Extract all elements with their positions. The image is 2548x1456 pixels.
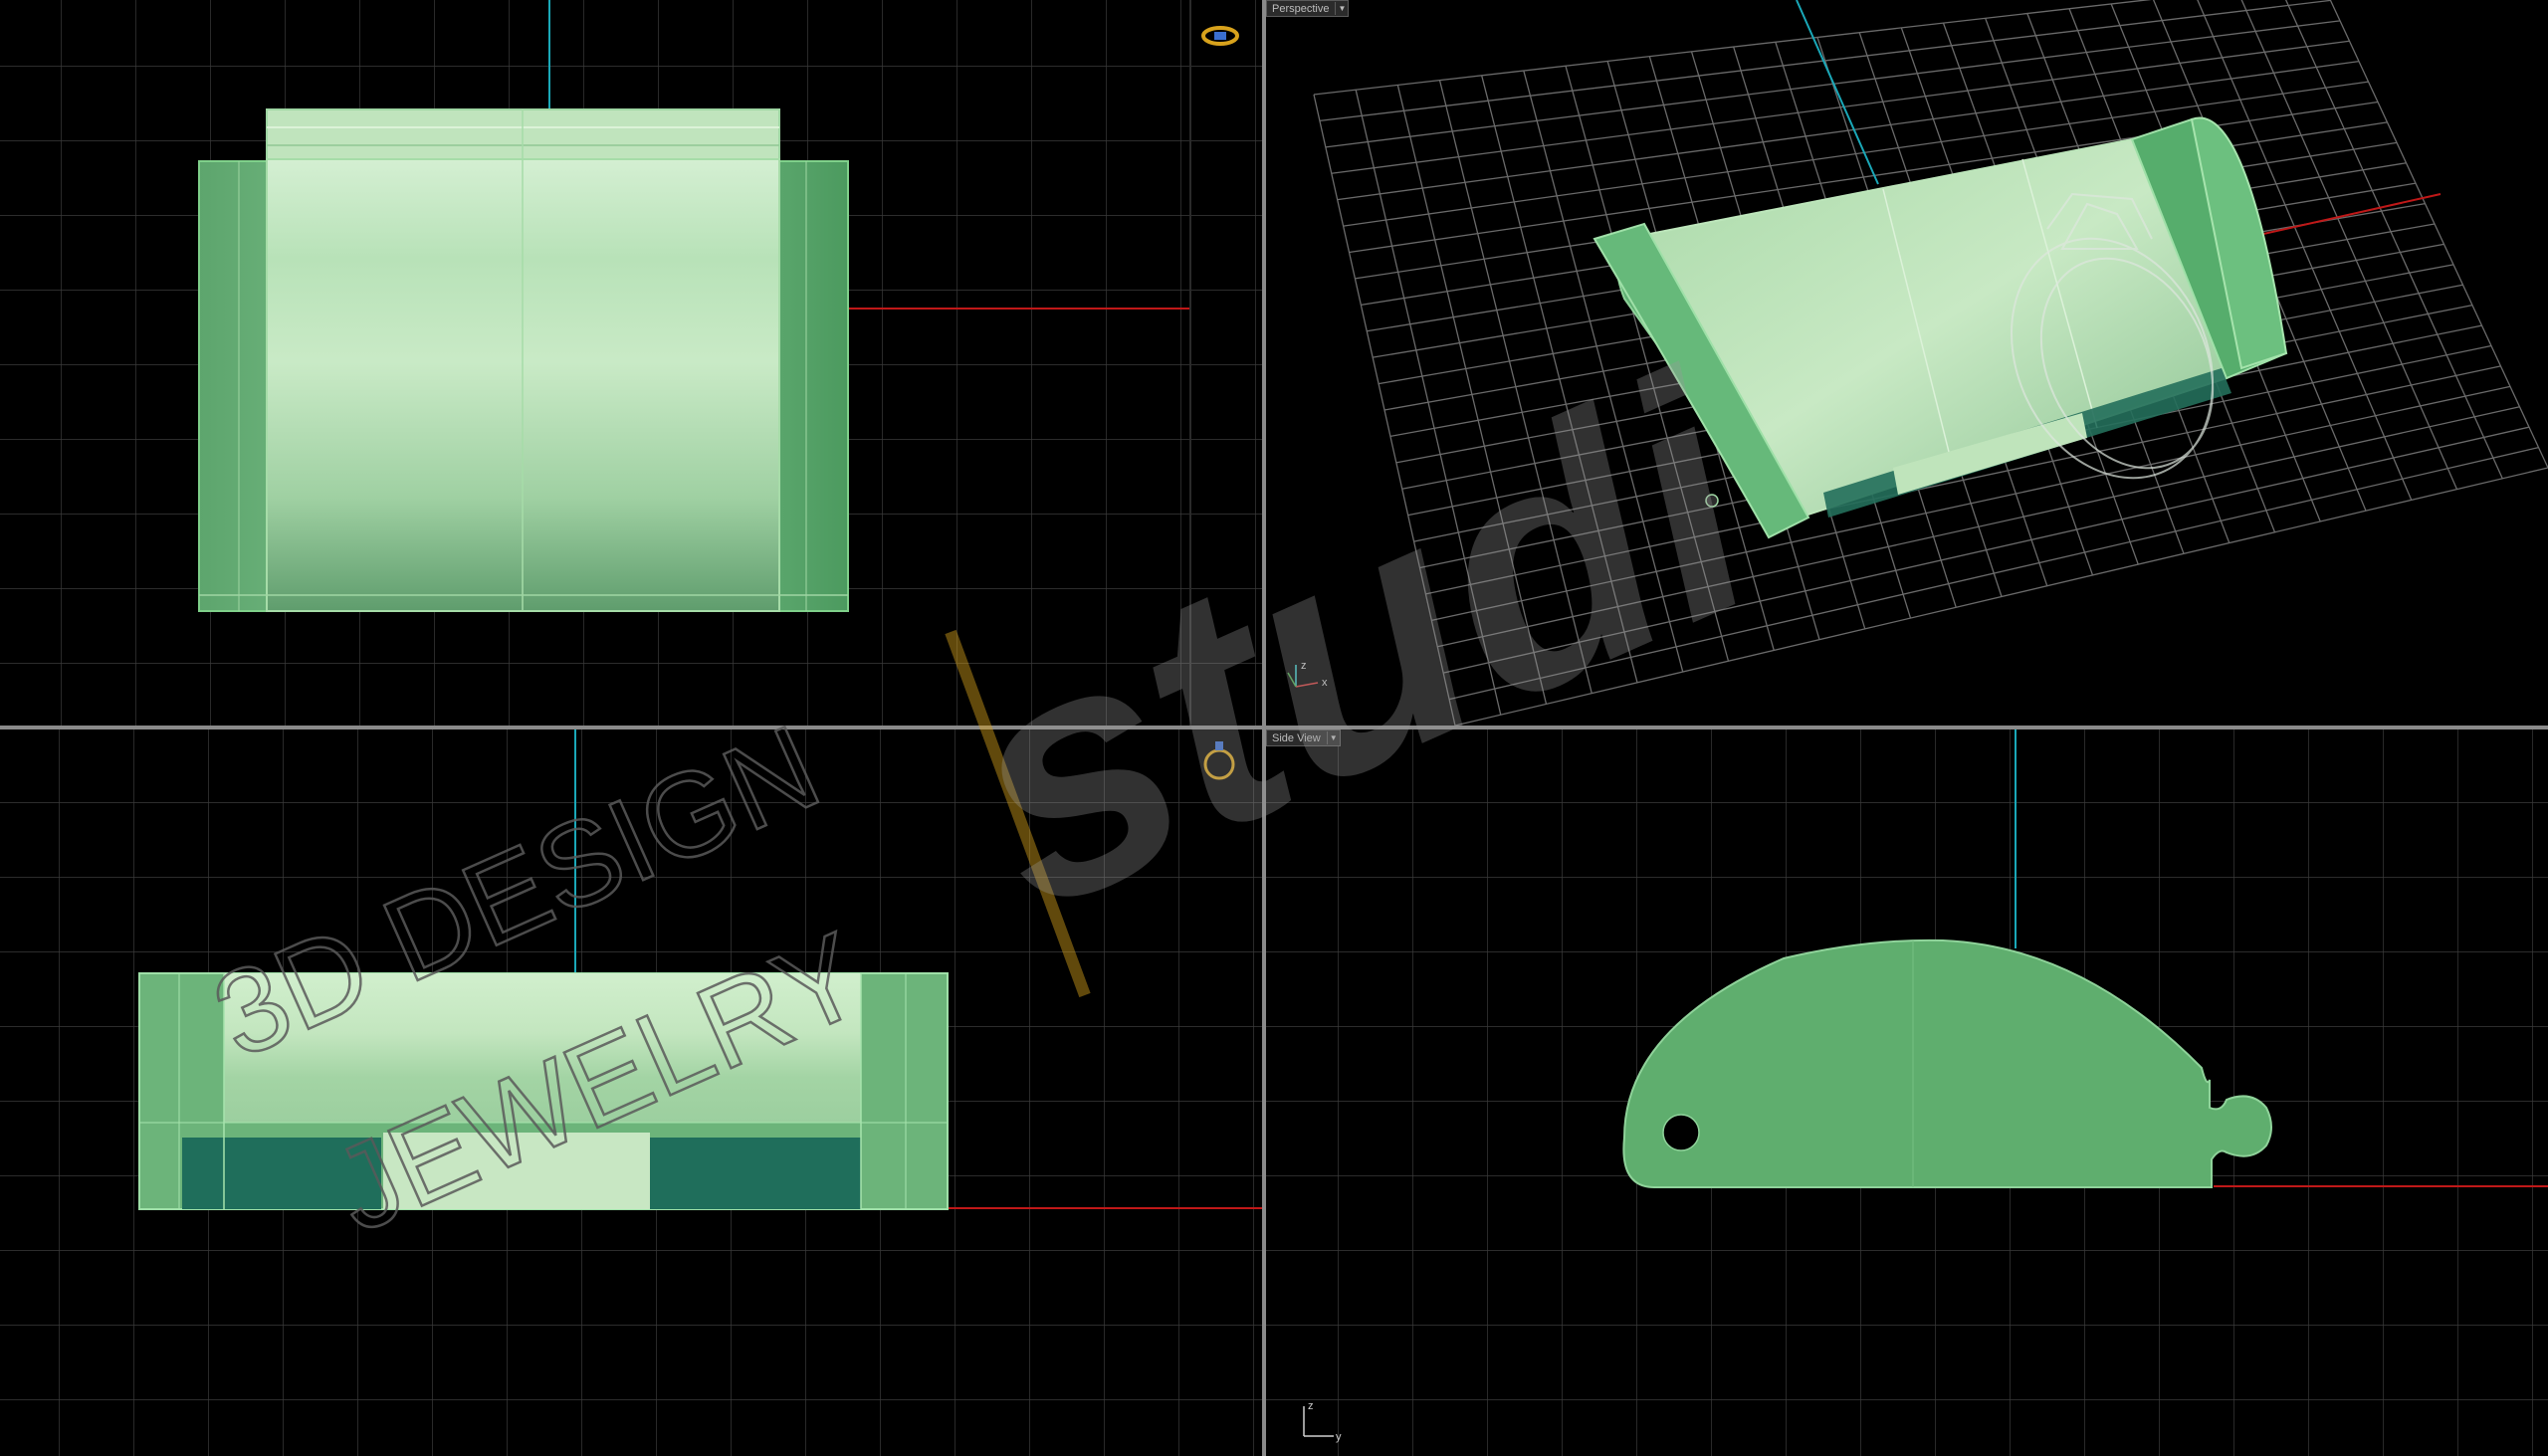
viewport-front[interactable] [0, 729, 1262, 1456]
viewport-label-side[interactable]: Side View ▼ [1266, 729, 1341, 746]
dropdown-icon[interactable]: ▼ [1335, 2, 1348, 15]
dropdown-icon[interactable]: ▼ [1326, 731, 1340, 744]
viewport-side[interactable]: z y Side View ▼ [1266, 729, 2548, 1456]
viewport-divider-horizontal[interactable] [0, 726, 2548, 729]
viewport-top[interactable] [0, 0, 1262, 726]
axis-gizmo-icon: z x [1287, 660, 1328, 689]
viewport-label-perspective[interactable]: Perspective ▼ [1266, 0, 1350, 17]
viewport-perspective[interactable]: z x Perspective ▼ [1266, 0, 2548, 726]
side-canvas: z y [1266, 729, 2548, 1456]
ring-model-front[interactable] [138, 972, 949, 1210]
svg-text:x: x [1322, 677, 1328, 689]
svg-text:y: y [1336, 1431, 1342, 1443]
perspective-canvas: z x [1287, 0, 2548, 726]
viewport-label-text: Side View [1272, 731, 1321, 744]
ring-model-perspective[interactable] [1592, 116, 2288, 539]
svg-text:z: z [1301, 660, 1307, 672]
front-canvas [0, 729, 1262, 1456]
svg-text:z: z [1308, 1400, 1314, 1412]
ring-model-top[interactable] [198, 108, 849, 612]
viewport-label-text: Perspective [1272, 2, 1330, 15]
top-canvas [0, 0, 1262, 726]
